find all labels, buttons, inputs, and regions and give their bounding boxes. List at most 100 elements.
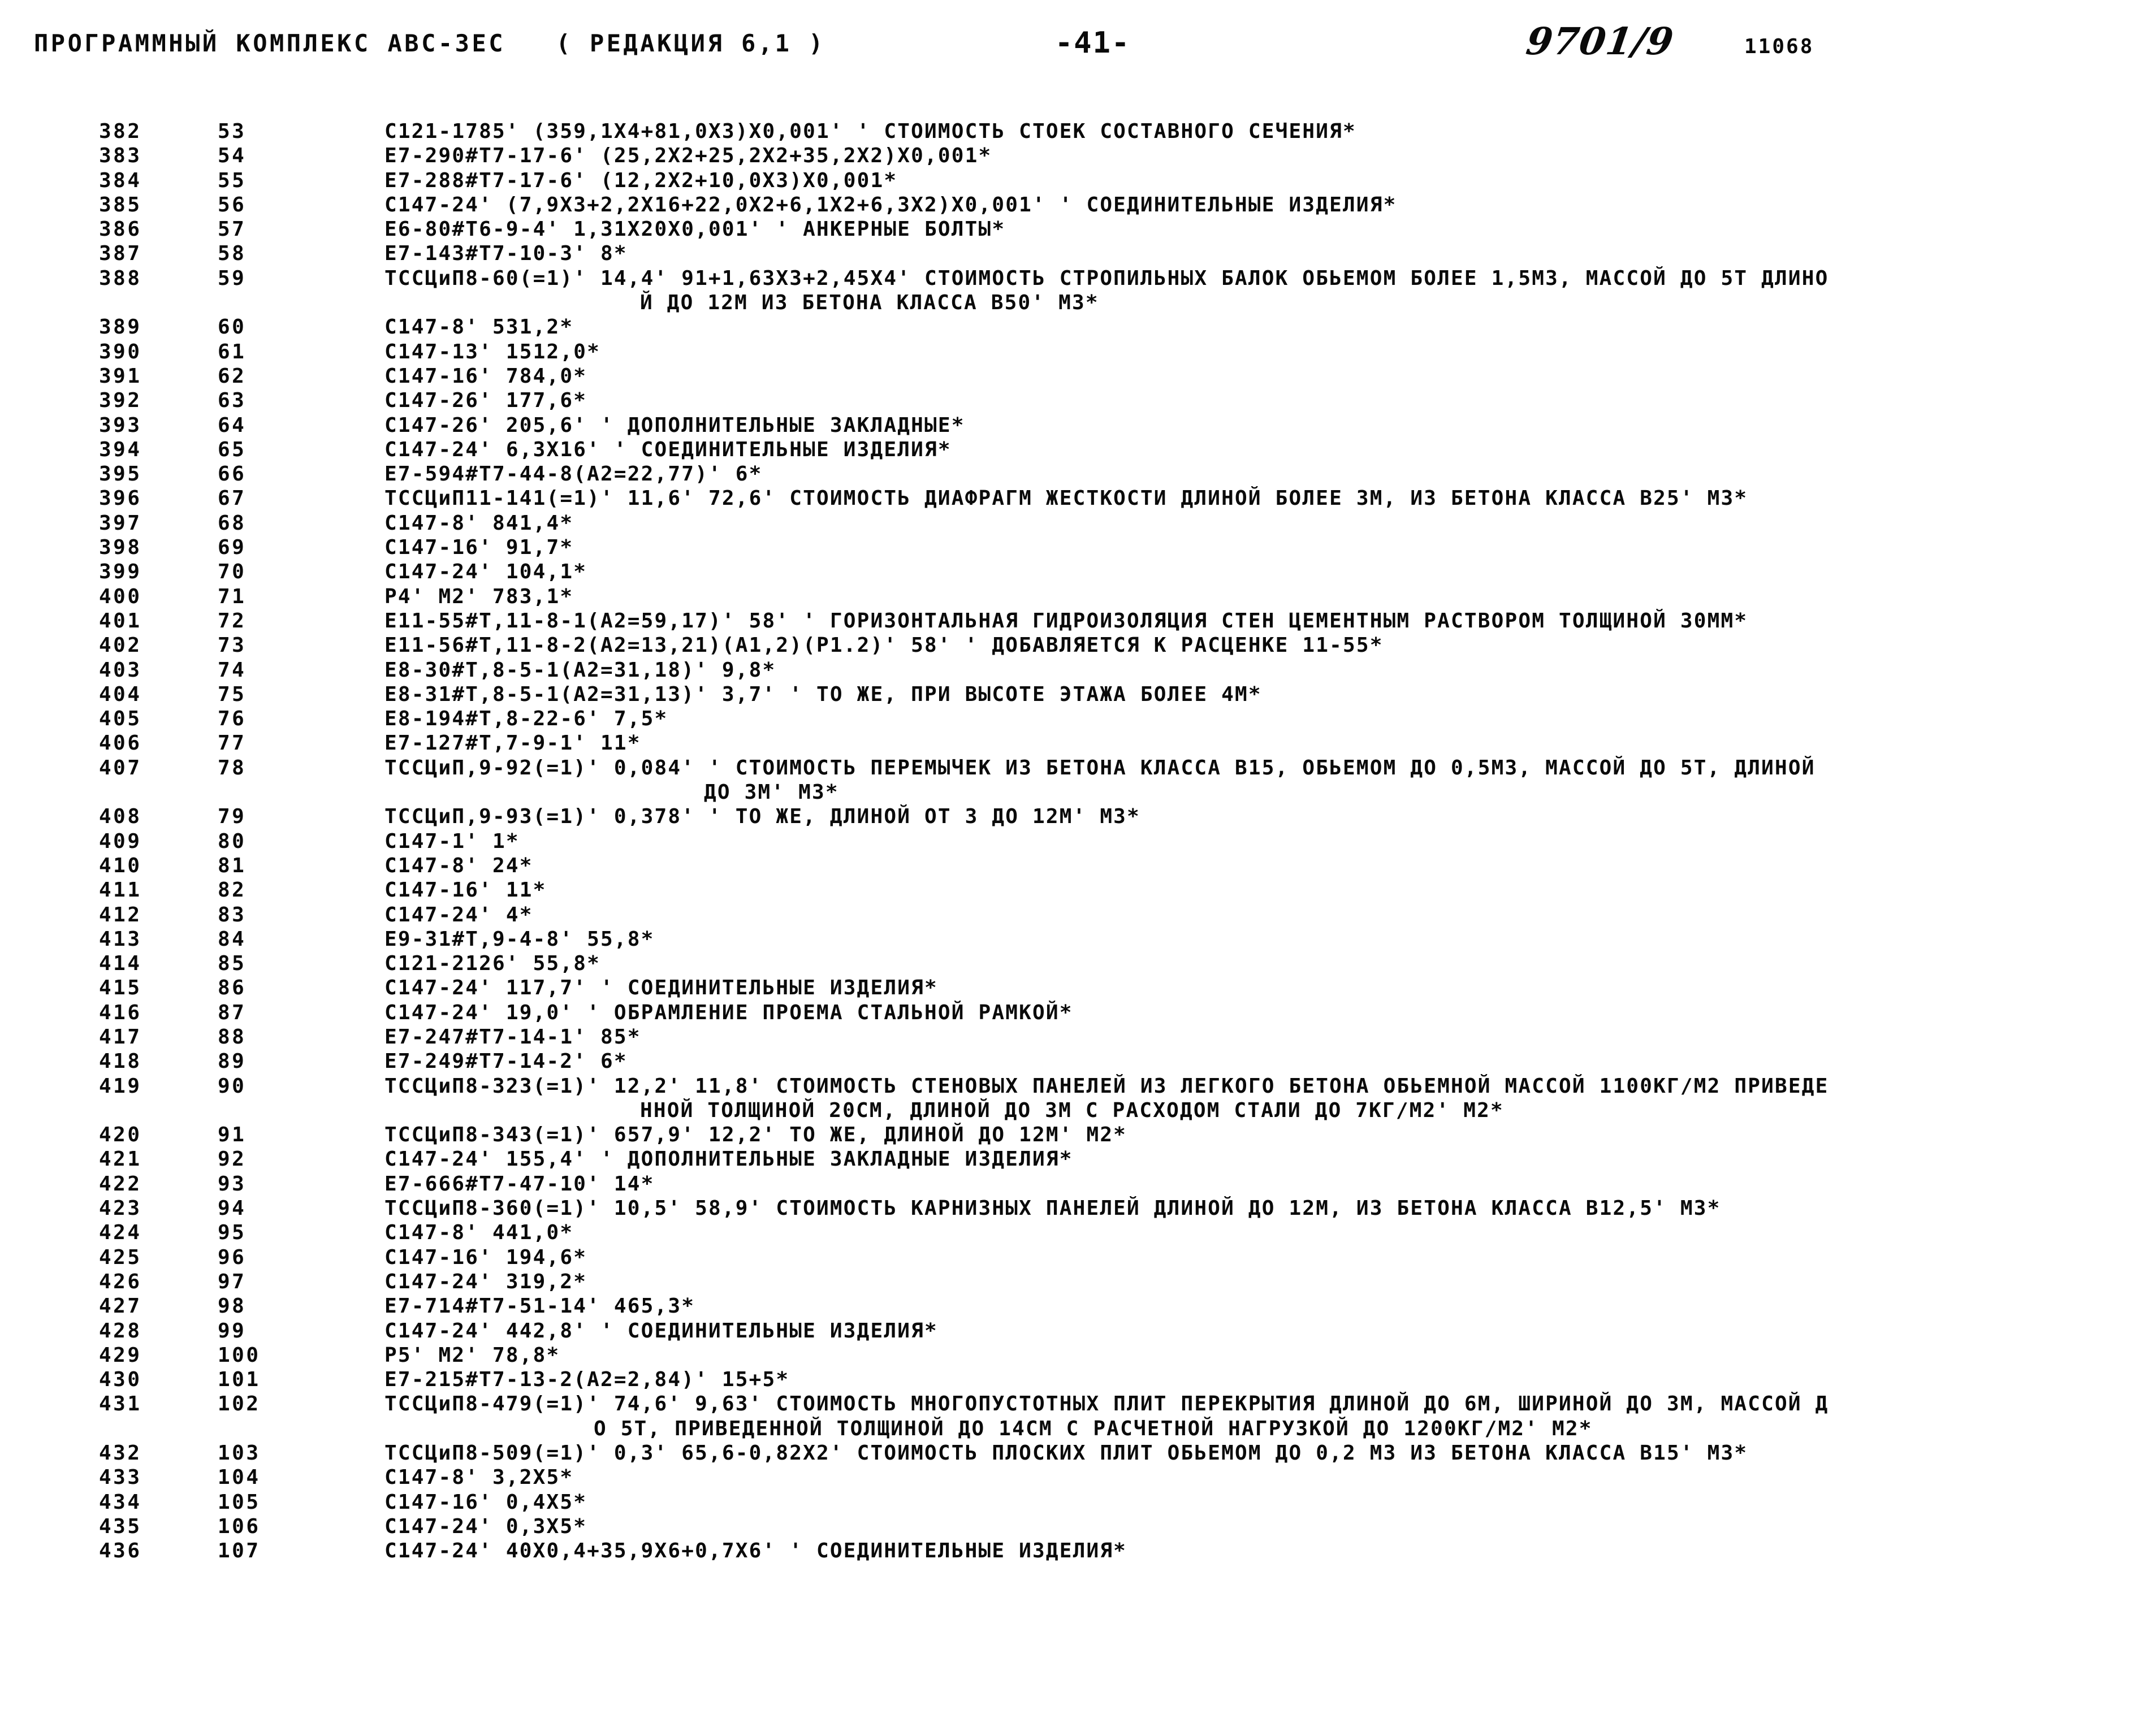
code-text: E8-31#Т,8-5-1(А2=31,13)' 3,7' ' ТО ЖЕ, П… [384,682,1262,706]
listing-row: 423 94 ТССЦиП8-360(=1)' 10,5' 58,9' СТОИМО… [0,1197,2144,1221]
sequence-number: 60 [218,315,247,339]
code-text: ТССЦиП8-509(=1)' 0,3' 65,6-0,82X2' СТОИМ… [384,1441,1748,1465]
listing-row: 405 76 E8-194#Т,8-22-6' 7,5* [0,707,2144,731]
listing-row: 400 71 P4' М2' 783,1* [0,585,2144,609]
listing-row: 408 79 ТССЦиП,9-93(=1)' 0,378' ' ТО ЖЕ, ДЛ… [0,805,2144,829]
code-text: E7-215#Т7-13-2(А2=2,84)' 15+5* [384,1368,790,1392]
listing-row: 394 65 C147-24' 6,3X16' ' СОЕДИНИТЕЛЬНЫЕ И… [0,438,2144,462]
sequence-number: 83 [218,903,247,927]
listing-row: 415 86 C147-24' 117,7' ' СОЕДИНИТЕЛЬНЫЕ ИЗ… [0,976,2144,1001]
code-text: C147-8' 841,4* [384,511,574,535]
line-number: 426 [99,1270,142,1293]
listing-row: 409 80 C147-1' 1* [0,830,2144,854]
listing-row: 434 105 C147-16' 0,4X5* [0,1491,2144,1515]
sequence-number: 106 [218,1514,261,1538]
line-number: 402 [99,634,142,657]
listing-continuation-row: ДО 3М' М3* [0,781,2144,805]
sequence-number: 86 [218,976,247,1000]
code-text: C147-16' 784,0* [384,364,587,388]
sequence-number: 96 [218,1245,247,1269]
code-listing: 382 53 C121-1785' (359,1X4+81,0X3)X0,001' … [0,120,2144,1564]
sequence-number: 84 [218,927,247,951]
listing-row: 431 102 ТССЦиП8-479(=1)' 74,6' 9,63' СТОИМ… [0,1392,2144,1417]
listing-row: 426 97 C147-24' 319,2* [0,1270,2144,1295]
listing-row: 404 75 E8-31#Т,8-5-1(А2=31,13)' 3,7' ' ТО … [0,683,2144,707]
sequence-number: 91 [218,1123,247,1147]
code-text: E8-194#Т,8-22-6' 7,5* [384,707,668,731]
sequence-number: 88 [218,1025,247,1049]
code-text: C147-13' 1512,0* [384,340,600,363]
listing-row: 416 87 C147-24' 19,0' ' ОБРАМЛЕНИЕ ПРОЕМА … [0,1001,2144,1025]
sequence-number: 80 [218,829,247,853]
listing-row: 383 54 E7-290#Т7-17-6' (25,2X2+25,2X2+35,2… [0,144,2144,168]
code-text: ТССЦиП8-360(=1)' 10,5' 58,9' СТОИМОСТЬ К… [384,1197,1721,1220]
listing-row: 432 103 ТССЦиП8-509(=1)' 0,3' 65,6-0,82X2'… [0,1441,2144,1466]
listing-continuation-row: Й ДО 12М ИЗ БЕТОНА КЛАССА В50' М3* [0,291,2144,315]
line-number: 388 [99,266,142,290]
sequence-number: 97 [218,1270,247,1293]
listing-row: 436 107 C147-24' 40X0,4+35,9X6+0,7X6' ' СО… [0,1539,2144,1564]
line-number: 390 [99,340,142,363]
sequence-number: 69 [218,536,247,560]
listing-row: 396 67 ТССЦиП11-141(=1)' 11,6' 72,6' СТОИМ… [0,487,2144,511]
listing-row: 422 93 E7-666#Т7-47-10' 14* [0,1172,2144,1197]
line-number: 429 [99,1343,142,1367]
code-text: C147-16' 91,7* [384,536,574,560]
sequence-number: 71 [218,585,247,608]
sequence-number: 77 [218,731,247,755]
line-number: 395 [99,462,142,486]
line-number: 425 [99,1245,142,1269]
line-number: 384 [99,168,142,192]
code-text: E7-247#Т7-14-1' 85* [384,1025,641,1049]
code-text: E7-249#Т7-14-2' 6* [384,1050,628,1073]
line-number: 399 [99,560,142,584]
sequence-number: 85 [218,952,247,976]
listing-row: 420 91 ТССЦиП8-343(=1)' 657,9' 12,2' ТО ЖЕ… [0,1123,2144,1148]
listing-row: 435 106 C147-24' 0,3X5* [0,1515,2144,1539]
stamp-number: 11068 [1744,35,1814,58]
listing-row: 402 73 E11-56#Т,11-8-2(А2=13,21)(А1,2)(Р1.… [0,634,2144,658]
listing-row: 390 61 C147-13' 1512,0* [0,340,2144,365]
code-text: E11-56#Т,11-8-2(А2=13,21)(А1,2)(Р1.2)' 5… [384,634,1384,657]
sequence-number: 59 [218,266,247,290]
sequence-number: 58 [218,242,247,266]
line-number: 405 [99,707,142,731]
line-number: 413 [99,927,142,951]
sequence-number: 76 [218,707,247,731]
listing-row: 392 63 C147-26' 177,6* [0,389,2144,413]
sequence-number: 89 [218,1050,247,1073]
code-text: C147-8' 531,2* [384,315,574,339]
sequence-number: 54 [218,144,247,168]
listing-row: 427 98 E7-714#Т7-51-14' 465,3* [0,1295,2144,1319]
line-number: 391 [99,364,142,388]
line-number: 415 [99,976,142,1000]
sequence-number: 98 [218,1295,247,1318]
code-text: ТССЦиП8-323(=1)' 12,2' 11,8' СТОИМОСТЬ С… [384,1074,1829,1098]
sequence-number: 99 [218,1319,247,1343]
code-text: E7-290#Т7-17-6' (25,2X2+25,2X2+35,2X2)X0… [384,144,992,168]
listing-row: 425 96 C147-16' 194,6* [0,1246,2144,1270]
line-number: 389 [99,315,142,339]
listing-row: 401 72 E11-55#Т,11-8-1(А2=59,17)' 58' ' ГО… [0,609,2144,634]
code-text: E7-288#Т7-17-6' (12,2X2+10,0X3)X0,001* [384,168,898,192]
sequence-number: 87 [218,1001,247,1024]
listing-row: 387 58 E7-143#Т7-10-3' 8* [0,242,2144,266]
code-text: ТССЦиП11-141(=1)' 11,6' 72,6' СТОИМОСТЬ … [384,487,1748,510]
listing-row: 397 68 C147-8' 841,4* [0,512,2144,536]
line-number: 403 [99,658,142,682]
listing-row: 384 55 E7-288#Т7-17-6' (12,2X2+10,0X3)X0,0… [0,169,2144,193]
listing-row: 429 100 P5' М2' 78,8* [0,1344,2144,1368]
code-text: E7-666#Т7-47-10' 14* [384,1172,655,1196]
sequence-number: 68 [218,511,247,535]
listing-row: 388 59 ТССЦиП8-60(=1)' 14,4' 91+1,63X3+2,4… [0,267,2144,291]
listing-row: 403 74 E8-30#Т,8-5-1(А2=31,18)' 9,8* [0,659,2144,683]
sequence-number: 57 [218,218,247,241]
line-number: 421 [99,1148,142,1171]
handwritten-note: 9701/9 [1523,19,1677,63]
sequence-number: 81 [218,854,247,877]
code-text: ТССЦиП8-343(=1)' 657,9' 12,2' ТО ЖЕ, ДЛИ… [384,1123,1127,1147]
sequence-number: 103 [218,1441,261,1465]
line-number: 409 [99,829,142,853]
line-number: 422 [99,1172,142,1196]
listing-row: 386 57 E6-80#Т6-9-4' 1,31X20X0,001' ' АНКЕ… [0,218,2144,242]
